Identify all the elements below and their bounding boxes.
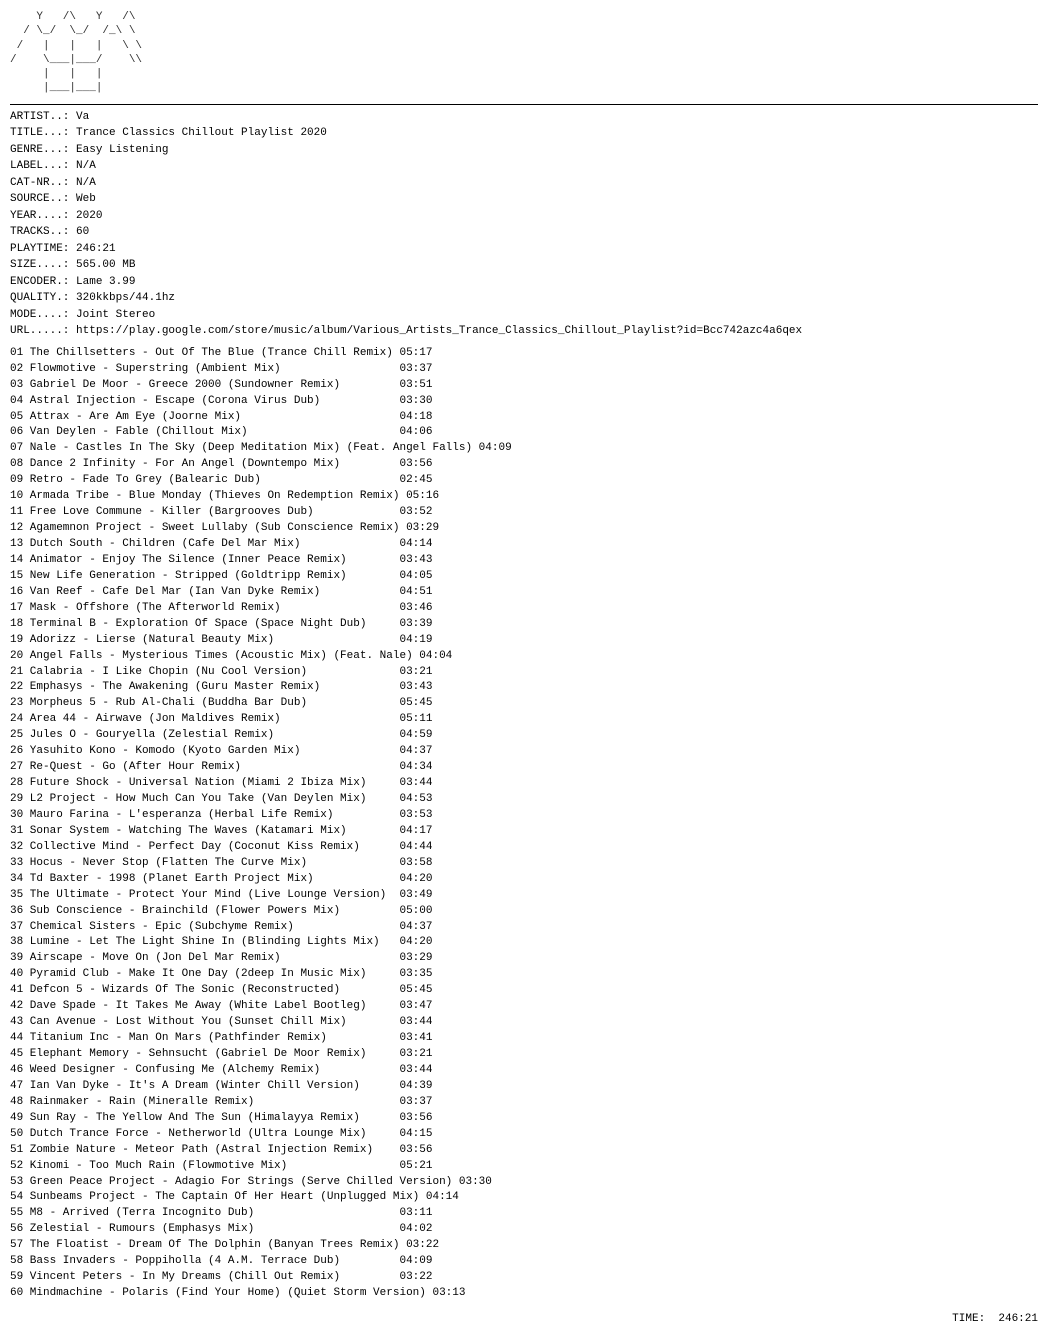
meta-line-artist_label: ARTIST..: Va [10,109,1038,126]
meta-line-url_label: URL.....: https://play.google.com/store/… [10,323,1038,340]
track-row: 43 Can Avenue - Lost Without You (Sunset… [10,1015,1038,1031]
track-row: 57 The Floatist - Dream Of The Dolphin (… [10,1238,1038,1254]
track-row: 04 Astral Injection - Escape (Corona Vir… [10,394,1038,410]
track-row: 13 Dutch South - Children (Cafe Del Mar … [10,537,1038,553]
track-row: 26 Yasuhito Kono - Komodo (Kyoto Garden … [10,744,1038,760]
track-row: 21 Calabria - I Like Chopin (Nu Cool Ver… [10,665,1038,681]
meta-line-mode_label: MODE....: Joint Stereo [10,307,1038,324]
track-row: 15 New Life Generation - Stripped (Goldt… [10,569,1038,585]
track-row: 11 Free Love Commune - Killer (Bargroove… [10,505,1038,521]
track-row: 30 Mauro Farina - L'esperanza (Herbal Li… [10,808,1038,824]
meta-line-encoder_label: ENCODER.: Lame 3.99 [10,274,1038,291]
track-row: 54 Sunbeams Project - The Captain Of Her… [10,1190,1038,1206]
track-row: 24 Area 44 - Airwave (Jon Maldives Remix… [10,712,1038,728]
meta-line-label_label: LABEL...: N/A [10,158,1038,175]
track-row: 16 Van Reef - Cafe Del Mar (Ian Van Dyke… [10,585,1038,601]
track-row: 55 M8 - Arrived (Terra Incognito Dub) 03… [10,1206,1038,1222]
meta-line-title_label: TITLE...: Trance Classics Chillout Playl… [10,125,1038,142]
track-row: 22 Emphasys - The Awakening (Guru Master… [10,680,1038,696]
meta-line-catno_label: CAT-NR..: N/A [10,175,1038,192]
track-row: 36 Sub Conscience - Brainchild (Flower P… [10,904,1038,920]
track-row: 12 Agamemnon Project - Sweet Lullaby (Su… [10,521,1038,537]
tracklist: 01 The Chillsetters - Out Of The Blue (T… [10,346,1038,1302]
track-row: 27 Re-Quest - Go (After Hour Remix) 04:3… [10,760,1038,776]
track-row: 14 Animator - Enjoy The Silence (Inner P… [10,553,1038,569]
track-row: 42 Dave Spade - It Takes Me Away (White … [10,999,1038,1015]
meta-block: ARTIST..: VaTITLE...: Trance Classics Ch… [10,109,1038,340]
track-row: 51 Zombie Nature - Meteor Path (Astral I… [10,1143,1038,1159]
track-row: 53 Green Peace Project - Adagio For Stri… [10,1175,1038,1191]
track-row: 34 Td Baxter - 1998 (Planet Earth Projec… [10,872,1038,888]
track-row: 59 Vincent Peters - In My Dreams (Chill … [10,1270,1038,1286]
track-row: 40 Pyramid Club - Make It One Day (2deep… [10,967,1038,983]
meta-line-size_label: SIZE....: 565.00 MB [10,257,1038,274]
track-row: 50 Dutch Trance Force - Netherworld (Ult… [10,1127,1038,1143]
track-row: 56 Zelestial - Rumours (Emphasys Mix) 04… [10,1222,1038,1238]
track-row: 52 Kinomi - Too Much Rain (Flowmotive Mi… [10,1159,1038,1175]
meta-line-source_label: SOURCE..: Web [10,191,1038,208]
track-row: 23 Morpheus 5 - Rub Al-Chali (Buddha Bar… [10,696,1038,712]
track-row: 01 The Chillsetters - Out Of The Blue (T… [10,346,1038,362]
track-row: 37 Chemical Sisters - Epic (Subchyme Rem… [10,920,1038,936]
track-row: 09 Retro - Fade To Grey (Balearic Dub) 0… [10,473,1038,489]
track-row: 39 Airscape - Move On (Jon Del Mar Remix… [10,951,1038,967]
track-row: 08 Dance 2 Infinity - For An Angel (Down… [10,457,1038,473]
track-row: 17 Mask - Offshore (The Afterworld Remix… [10,601,1038,617]
track-row: 46 Weed Designer - Confusing Me (Alchemy… [10,1063,1038,1079]
track-row: 10 Armada Tribe - Blue Monday (Thieves O… [10,489,1038,505]
track-row: 60 Mindmachine - Polaris (Find Your Home… [10,1286,1038,1302]
track-row: 18 Terminal B - Exploration Of Space (Sp… [10,617,1038,633]
track-row: 38 Lumine - Let The Light Shine In (Blin… [10,935,1038,951]
meta-line-year_label: YEAR....: 2020 [10,208,1038,225]
track-row: 48 Rainmaker - Rain (Mineralle Remix) 03… [10,1095,1038,1111]
track-row: 44 Titanium Inc - Man On Mars (Pathfinde… [10,1031,1038,1047]
total-time: TIME: 246:21 [10,1312,1038,1328]
track-row: 49 Sun Ray - The Yellow And The Sun (Him… [10,1111,1038,1127]
track-row: 58 Bass Invaders - Poppiholla (4 A.M. Te… [10,1254,1038,1270]
logo-ascii: Y /\ Y /\ / \_/ \_/ /_\ \ / | | | \ \ / … [10,10,142,96]
meta-line-playtime_label: PLAYTIME: 246:21 [10,241,1038,258]
track-row: 32 Collective Mind - Perfect Day (Coconu… [10,840,1038,856]
meta-line-tracks_label: TRACKS..: 60 [10,224,1038,241]
track-row: 41 Defcon 5 - Wizards Of The Sonic (Reco… [10,983,1038,999]
track-row: 06 Van Deylen - Fable (Chillout Mix) 04:… [10,425,1038,441]
track-row: 07 Nale - Castles In The Sky (Deep Medit… [10,441,1038,457]
meta-line-genre_label: GENRE...: Easy Listening [10,142,1038,159]
track-row: 35 The Ultimate - Protect Your Mind (Liv… [10,888,1038,904]
track-row: 33 Hocus - Never Stop (Flatten The Curve… [10,856,1038,872]
track-row: 03 Gabriel De Moor - Greece 2000 (Sundow… [10,378,1038,394]
meta-line-quality_label: QUALITY.: 320kkbps/44.1hz [10,290,1038,307]
logo-area: Y /\ Y /\ / \_/ \_/ /_\ \ / | | | \ \ / … [10,10,142,96]
track-row: 05 Attrax - Are Am Eye (Joorne Mix) 04:1… [10,410,1038,426]
track-row: 25 Jules O - Gouryella (Zelestial Remix)… [10,728,1038,744]
track-row: 31 Sonar System - Watching The Waves (Ka… [10,824,1038,840]
track-row: 28 Future Shock - Universal Nation (Miam… [10,776,1038,792]
track-row: 45 Elephant Memory - Sehnsucht (Gabriel … [10,1047,1038,1063]
track-row: 19 Adorizz - Lierse (Natural Beauty Mix)… [10,633,1038,649]
track-row: 20 Angel Falls - Mysterious Times (Acous… [10,649,1038,665]
track-row: 02 Flowmotive - Superstring (Ambient Mix… [10,362,1038,378]
track-row: 47 Ian Van Dyke - It's A Dream (Winter C… [10,1079,1038,1095]
track-row: 29 L2 Project - How Much Can You Take (V… [10,792,1038,808]
